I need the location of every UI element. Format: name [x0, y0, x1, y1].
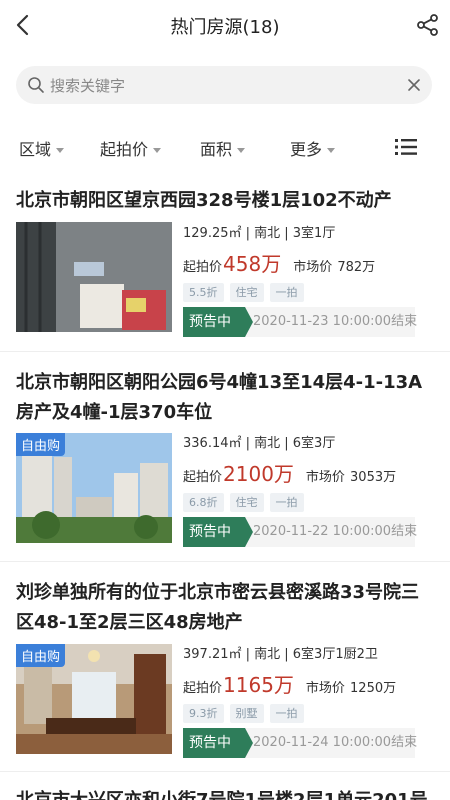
filter-start-price[interactable]: 起拍价	[100, 136, 162, 160]
discount-tag: 5.5折	[183, 283, 224, 302]
list-view-icon[interactable]	[395, 138, 417, 156]
filter-more[interactable]: 更多	[290, 136, 336, 160]
free-purchase-badge: 自由购	[16, 644, 66, 667]
listing-photo[interactable]: 自由购	[16, 433, 172, 543]
caret-down-icon	[153, 148, 162, 153]
listing-card[interactable]: 刘珍单独所有的位于北京市密云县密溪路33号院三区48-1至2层三区48房地产 自…	[0, 562, 450, 772]
filter-bar: 区域 起拍价 面积 更多	[0, 132, 450, 162]
status-badge: 预告中	[183, 728, 253, 758]
listing-photo[interactable]	[16, 222, 172, 332]
listing-spec: 336.14㎡ | 南北 | 6室3厅	[183, 436, 336, 451]
market-price: 782万	[337, 260, 376, 275]
close-icon[interactable]	[407, 78, 421, 92]
listing-photo[interactable]: 自由购	[16, 644, 172, 754]
listing-title[interactable]: 刘珍单独所有的位于北京市密云县密溪路33号院三区48-1至2层三区48房地产	[16, 578, 436, 638]
filter-area[interactable]: 区域	[19, 136, 65, 160]
type-tag: 住宅	[229, 493, 264, 512]
market-price-label: 市场价	[293, 260, 333, 275]
start-price-label: 起拍价	[183, 681, 223, 696]
listing-card[interactable]: 北京市大兴区亦和小街7号院1号楼2层1单元201号	[0, 772, 450, 800]
end-time: 2020-11-23 10:00:00结束	[253, 314, 418, 329]
status-row: 预告中 2020-11-24 10:00:00结束	[183, 728, 418, 758]
round-tag: 一拍	[269, 283, 304, 302]
listing-spec: 129.25㎡ | 南北 | 3室1厅	[183, 226, 336, 241]
status-row: 预告中 2020-11-22 10:00:00结束	[183, 517, 418, 547]
listing-info: 336.14㎡ | 南北 | 6室3厅 起拍价2100万 市场价 3053万 6.…	[183, 434, 433, 547]
tag-list: 6.8折 住宅 一拍	[183, 491, 433, 512]
listing-title[interactable]: 北京市大兴区亦和小街7号院1号楼2层1单元201号	[16, 786, 436, 800]
filter-label: 更多	[290, 140, 323, 159]
discount-tag: 6.8折	[183, 493, 224, 512]
end-time: 2020-11-22 10:00:00结束	[253, 524, 418, 539]
discount-tag: 9.3折	[183, 704, 224, 723]
start-price: 2100万	[223, 462, 294, 486]
filter-label: 面积	[200, 140, 233, 159]
filter-size[interactable]: 面积	[200, 136, 246, 160]
listing-title[interactable]: 北京市朝阳区朝阳公园6号4幢13至14层4-1-13A房产及4幢-1层370车位	[16, 368, 436, 428]
listing-spec: 397.21㎡ | 南北 | 6室3厅1厨2卫	[183, 647, 378, 662]
listing-info: 397.21㎡ | 南北 | 6室3厅1厨2卫 起拍价1165万 市场价 1250…	[183, 645, 433, 758]
status-row: 预告中 2020-11-23 10:00:00结束	[183, 307, 418, 337]
page-title: 热门房源(18)	[170, 17, 280, 38]
end-time: 2020-11-24 10:00:00结束	[253, 735, 418, 750]
price-row: 起拍价458万 市场价 782万	[183, 251, 433, 277]
search-bar[interactable]: 搜索关键字	[16, 66, 432, 104]
start-price: 1165万	[223, 673, 294, 697]
caret-down-icon	[56, 148, 65, 153]
type-tag: 住宅	[229, 283, 264, 302]
status-badge: 预告中	[183, 307, 253, 337]
listing-card[interactable]: 北京市朝阳区朝阳公园6号4幢13至14层4-1-13A房产及4幢-1层370车位…	[0, 352, 450, 562]
market-price: 1250万	[350, 681, 397, 696]
caret-down-icon	[237, 148, 246, 153]
market-price: 3053万	[350, 470, 397, 485]
start-price: 458万	[223, 252, 282, 276]
top-bar: 热门房源(18)	[0, 0, 450, 52]
listing-title[interactable]: 北京市朝阳区望京西园328号楼1层102不动产	[16, 186, 436, 216]
free-purchase-badge: 自由购	[16, 433, 66, 456]
caret-down-icon	[327, 148, 336, 153]
status-badge: 预告中	[183, 517, 253, 547]
round-tag: 一拍	[269, 704, 304, 723]
share-icon[interactable]	[416, 13, 440, 37]
round-tag: 一拍	[269, 493, 304, 512]
filter-label: 区域	[19, 140, 52, 159]
price-row: 起拍价1165万 市场价 1250万	[183, 672, 433, 698]
search-input[interactable]: 搜索关键字	[50, 75, 125, 96]
listing-card[interactable]: 北京市朝阳区望京西园328号楼1层102不动产 129.25㎡ | 南北 | 3…	[0, 180, 450, 352]
price-row: 起拍价2100万 市场价 3053万	[183, 461, 433, 487]
type-tag: 别墅	[229, 704, 264, 723]
market-price-label: 市场价	[305, 681, 345, 696]
start-price-label: 起拍价	[183, 470, 223, 485]
tag-list: 9.3折 别墅 一拍	[183, 702, 433, 723]
search-icon	[28, 77, 44, 93]
tag-list: 5.5折 住宅 一拍	[183, 281, 433, 302]
filter-label: 起拍价	[100, 140, 149, 159]
start-price-label: 起拍价	[183, 260, 223, 275]
market-price-label: 市场价	[305, 470, 345, 485]
listing-info: 129.25㎡ | 南北 | 3室1厅 起拍价458万 市场价 782万 5.5折…	[183, 224, 433, 337]
